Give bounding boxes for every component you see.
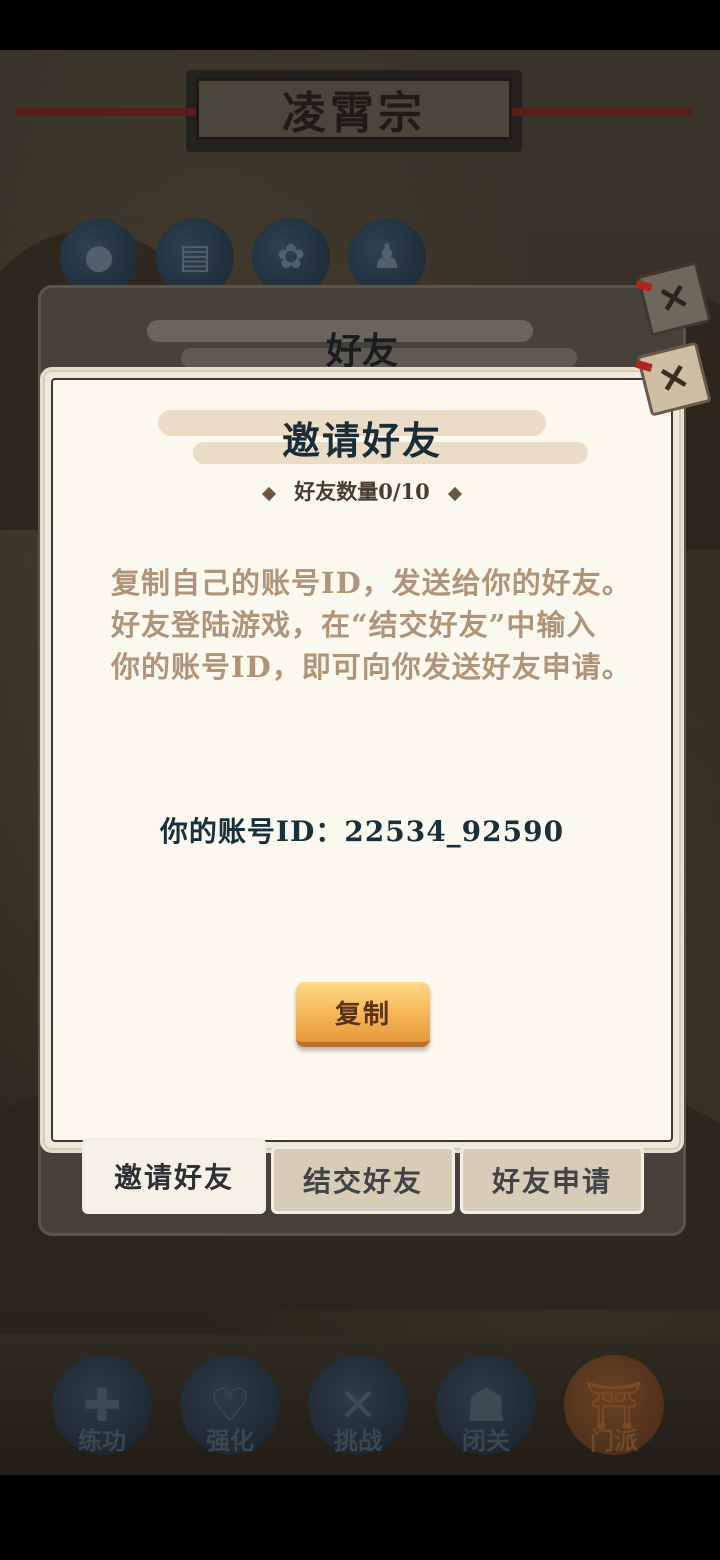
copy-button[interactable]: 复制 [296,982,430,1047]
rope-decoration [512,108,692,116]
tab-make-friends[interactable]: 结交好友 [271,1146,455,1214]
sect-title: 凌霄宗 [282,88,426,139]
close-icon: ✕ [654,274,694,324]
diamond-icon [262,486,277,501]
close-icon: ✕ [654,354,694,404]
nav-label: 强化 [206,1426,254,1455]
dialog-paper: 邀请好友 好友数量0/10 复制自己的账号ID，发送给你的好友。 好友登陆游戏，… [51,378,673,1142]
nav-label: 练功 [78,1426,126,1455]
description-line: 你的账号ID，即可向你发送好友申请。 [111,650,632,684]
nav-label: 门派 [590,1426,638,1455]
invite-description: 复制自己的账号ID，发送给你的好友。 好友登陆游戏，在“结交好友”中输入 你的账… [111,562,631,688]
nav-label: 闭关 [462,1426,510,1455]
diamond-icon [447,486,462,501]
nav-item-training[interactable]: ✚ 练功 [52,1355,152,1465]
tab-invite-friend[interactable]: 邀请好友 [82,1138,266,1214]
bottom-nav: ✚ 练功 ♡ 强化 ✕ 挑战 ☗ 闭关 ⛩ 门派 [0,1335,720,1475]
dialog-title: 邀请好友 [281,418,442,463]
nav-item-seclusion[interactable]: ☗ 闭关 [436,1355,536,1465]
nav-item-strengthen[interactable]: ♡ 强化 [180,1355,280,1465]
nav-label: 挑战 [334,1426,382,1455]
nav-item-sect[interactable]: ⛩ 门派 [564,1355,664,1465]
friend-count: 好友数量0/10 [53,476,671,506]
tab-friend-requests[interactable]: 好友申请 [460,1146,644,1214]
description-line: 好友登陆游戏，在“结交好友”中输入 [111,608,597,642]
rope-decoration [16,108,196,116]
sect-title-plaque: 凌霄宗 [16,70,692,152]
account-id: 你的账号ID：22534_92590 [159,815,565,848]
friend-count-label: 好友数量0/10 [294,479,430,504]
nav-item-challenge[interactable]: ✕ 挑战 [308,1355,408,1465]
description-line: 复制自己的账号ID，发送给你的好友。 [111,566,632,600]
invite-friend-dialog: 邀请好友 好友数量0/10 复制自己的账号ID，发送给你的好友。 好友登陆游戏，… [40,367,684,1153]
